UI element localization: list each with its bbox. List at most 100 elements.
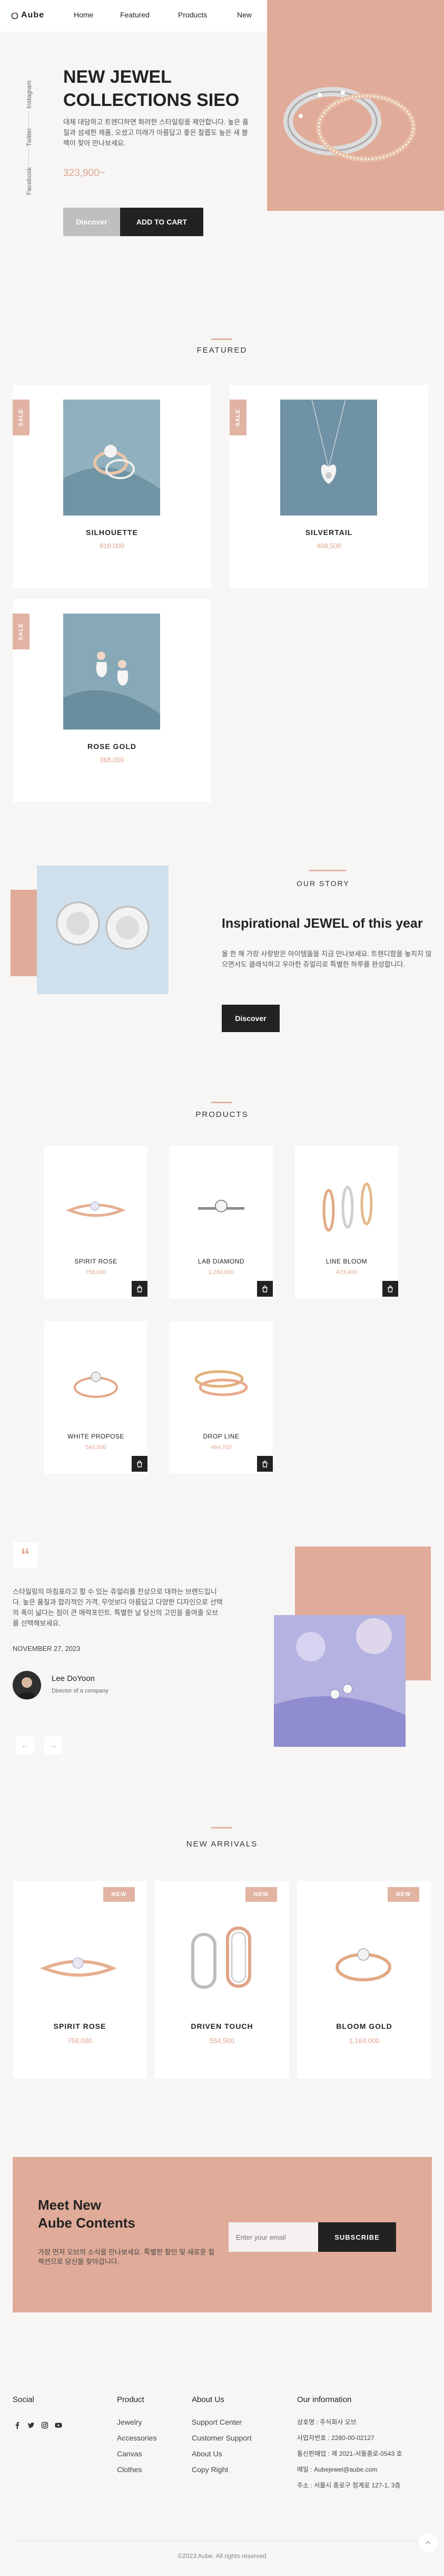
- footer-product-title: Product: [117, 2395, 144, 2404]
- product-image: [184, 1353, 258, 1411]
- story-earrings-image: [37, 866, 169, 994]
- new-arrivals-title: NEW ARRIVALS: [186, 1840, 258, 1849]
- author-name: Lee DoYoon: [52, 1674, 95, 1683]
- hero-title-line1: NEW JEWEL: [63, 67, 172, 87]
- facebook-icon[interactable]: [14, 2422, 21, 2429]
- product-image: [59, 1353, 133, 1411]
- footer-about-links: Support Center Customer Support About Us…: [192, 2414, 252, 2477]
- cart-icon[interactable]: [132, 1456, 147, 1472]
- cart-icon[interactable]: [132, 1281, 147, 1297]
- story-label: OUR STORY: [297, 879, 350, 888]
- info-line: 메일 : Aubejewel@aube.com: [297, 2466, 378, 2473]
- info-line: 사업자번호 : 2280-00-02127: [297, 2434, 374, 2442]
- nav-products[interactable]: Products: [178, 11, 207, 19]
- featured-image: [63, 614, 160, 730]
- footer-link[interactable]: Accessories: [117, 2430, 156, 2446]
- copyright: ©2023 Aube. All rights reserved: [177, 2552, 267, 2560]
- youtube-icon[interactable]: [55, 2422, 62, 2429]
- social-instagram[interactable]: Instagram: [25, 81, 33, 109]
- instagram-icon[interactable]: [41, 2422, 48, 2429]
- story-title: Inspirational JEWEL of this year: [222, 916, 423, 931]
- featured-bar: [211, 338, 232, 340]
- hero-rings-image: [269, 65, 429, 171]
- products-bar: [211, 1102, 232, 1103]
- product-price: 758,000: [85, 1269, 106, 1276]
- cart-icon[interactable]: [257, 1456, 273, 1472]
- featured-title: FEATURED: [196, 346, 248, 355]
- product-price: 464,700: [211, 1444, 232, 1451]
- footer-link[interactable]: Clothes: [117, 2462, 156, 2477]
- featured-image: [280, 400, 377, 516]
- new-arrival-image: [318, 1931, 408, 1995]
- story-discover-button[interactable]: Discover: [222, 1005, 280, 1032]
- quote-icon: “: [13, 1542, 38, 1568]
- hero-price: 323,900~: [63, 168, 105, 179]
- add-to-cart-button[interactable]: ADD TO CART: [120, 208, 203, 236]
- new-badge: NEW: [245, 1887, 277, 1902]
- author-role: Director of a company: [52, 1688, 108, 1694]
- story-description: 올 한 해 가장 사랑받은 아이템들을 지금 만나보세요. 트렌디함을 놓치지 …: [222, 950, 432, 968]
- hero-title: NEW JEWEL COLLECTIONS SIEO: [63, 65, 263, 112]
- new-badge: NEW: [103, 1887, 135, 1902]
- product-name: SPIRIT ROSE: [74, 1258, 117, 1265]
- prev-arrow-icon[interactable]: ←: [16, 1736, 34, 1754]
- footer-link[interactable]: Support Center: [192, 2414, 252, 2430]
- new-arrival-image: [177, 1913, 267, 2003]
- page: Aube Home Featured Products New Instagra…: [0, 0, 444, 2576]
- product-name: DROP LINE: [203, 1433, 240, 1440]
- new-arrival-name: DRIVEN TOUCH: [191, 2022, 253, 2030]
- featured-name: SILVERTAIL: [305, 528, 353, 537]
- hero-title-line2: COLLECTIONS SIEO: [63, 90, 240, 110]
- newsletter-title-line2: Aube Contents: [38, 2215, 135, 2231]
- footer-link[interactable]: Customer Support: [192, 2430, 252, 2446]
- sale-badge: SALE: [13, 400, 29, 435]
- info-line: 상호명 : 주식회사 오브: [297, 2418, 357, 2426]
- twitter-icon[interactable]: [27, 2422, 35, 2429]
- new-arrival-price: 1,164,000: [349, 2037, 380, 2045]
- social-facebook[interactable]: Facebook: [25, 167, 33, 195]
- footer-link[interactable]: About Us: [192, 2446, 252, 2462]
- subscribe-button[interactable]: SUBSCRIBE: [318, 2222, 396, 2252]
- email-input[interactable]: [229, 2222, 318, 2252]
- avatar: [13, 1671, 41, 1699]
- nav-featured[interactable]: Featured: [120, 11, 150, 19]
- next-arrow-icon[interactable]: →: [44, 1736, 62, 1754]
- footer-info-title: Our information: [297, 2395, 352, 2404]
- products-title: PRODUCTS: [195, 1110, 249, 1119]
- product-image: [310, 1173, 383, 1232]
- new-arrival-price: 758,000: [67, 2037, 92, 2045]
- featured-name: SILHOUETTE: [86, 528, 138, 537]
- discover-button[interactable]: Discover: [63, 208, 120, 236]
- logo-icon: [11, 12, 19, 20]
- footer-info: 상호명 : 주식회사 오브 사업자번호 : 2280-00-02127 통신판매…: [297, 2414, 439, 2493]
- new-arrivals-bar: [211, 1827, 232, 1829]
- product-image: [59, 1179, 133, 1237]
- hero-price-value: 323,900: [63, 168, 100, 179]
- info-line: 주소 : 서울시 종로구 청계로 127-1, 3층: [297, 2482, 401, 2489]
- sale-badge: SALE: [13, 614, 29, 649]
- footer-link[interactable]: Canvas: [117, 2446, 156, 2462]
- testimonial-text: 스타일링의 마침표라고 할 수 있는 쥬얼리를 찬상으로 대하는 브랜드입니다.…: [13, 1588, 223, 1627]
- social-twitter[interactable]: Twitter: [25, 128, 33, 147]
- cart-icon[interactable]: [382, 1281, 398, 1297]
- footer-link[interactable]: Copy Right: [192, 2462, 252, 2477]
- footer-link[interactable]: Jewelry: [117, 2414, 156, 2430]
- cart-icon[interactable]: [257, 1281, 273, 1297]
- new-arrival-name: SPIRIT ROSE: [53, 2022, 106, 2030]
- product-name: LINE BLOOM: [325, 1258, 368, 1265]
- nav-home[interactable]: Home: [74, 11, 93, 19]
- product-name: LAB DIAMOND: [198, 1258, 245, 1265]
- info-line: 통신판매업 : 제 2021-서울종로-0543 호: [297, 2450, 402, 2457]
- nav-new[interactable]: New: [237, 11, 252, 19]
- logo-text[interactable]: Aube: [21, 11, 44, 20]
- newsletter-title-line1: Meet New: [38, 2197, 101, 2213]
- product-name: WHITE PROPOSE: [67, 1433, 124, 1440]
- scroll-top-icon[interactable]: [419, 2533, 438, 2552]
- new-badge: NEW: [388, 1887, 419, 1902]
- new-arrival-image: [34, 1931, 123, 1995]
- newsletter-title: Meet New Aube Contents: [38, 2196, 135, 2232]
- featured-image: [63, 400, 160, 516]
- hero-description: 대체 대담하고 트렌디하면 화려한 스타일링을 제안합니다. 높은 품질과 섬세…: [63, 118, 249, 147]
- product-price: 1,260,000: [208, 1269, 234, 1276]
- testimonial-earrings-image: [274, 1615, 406, 1747]
